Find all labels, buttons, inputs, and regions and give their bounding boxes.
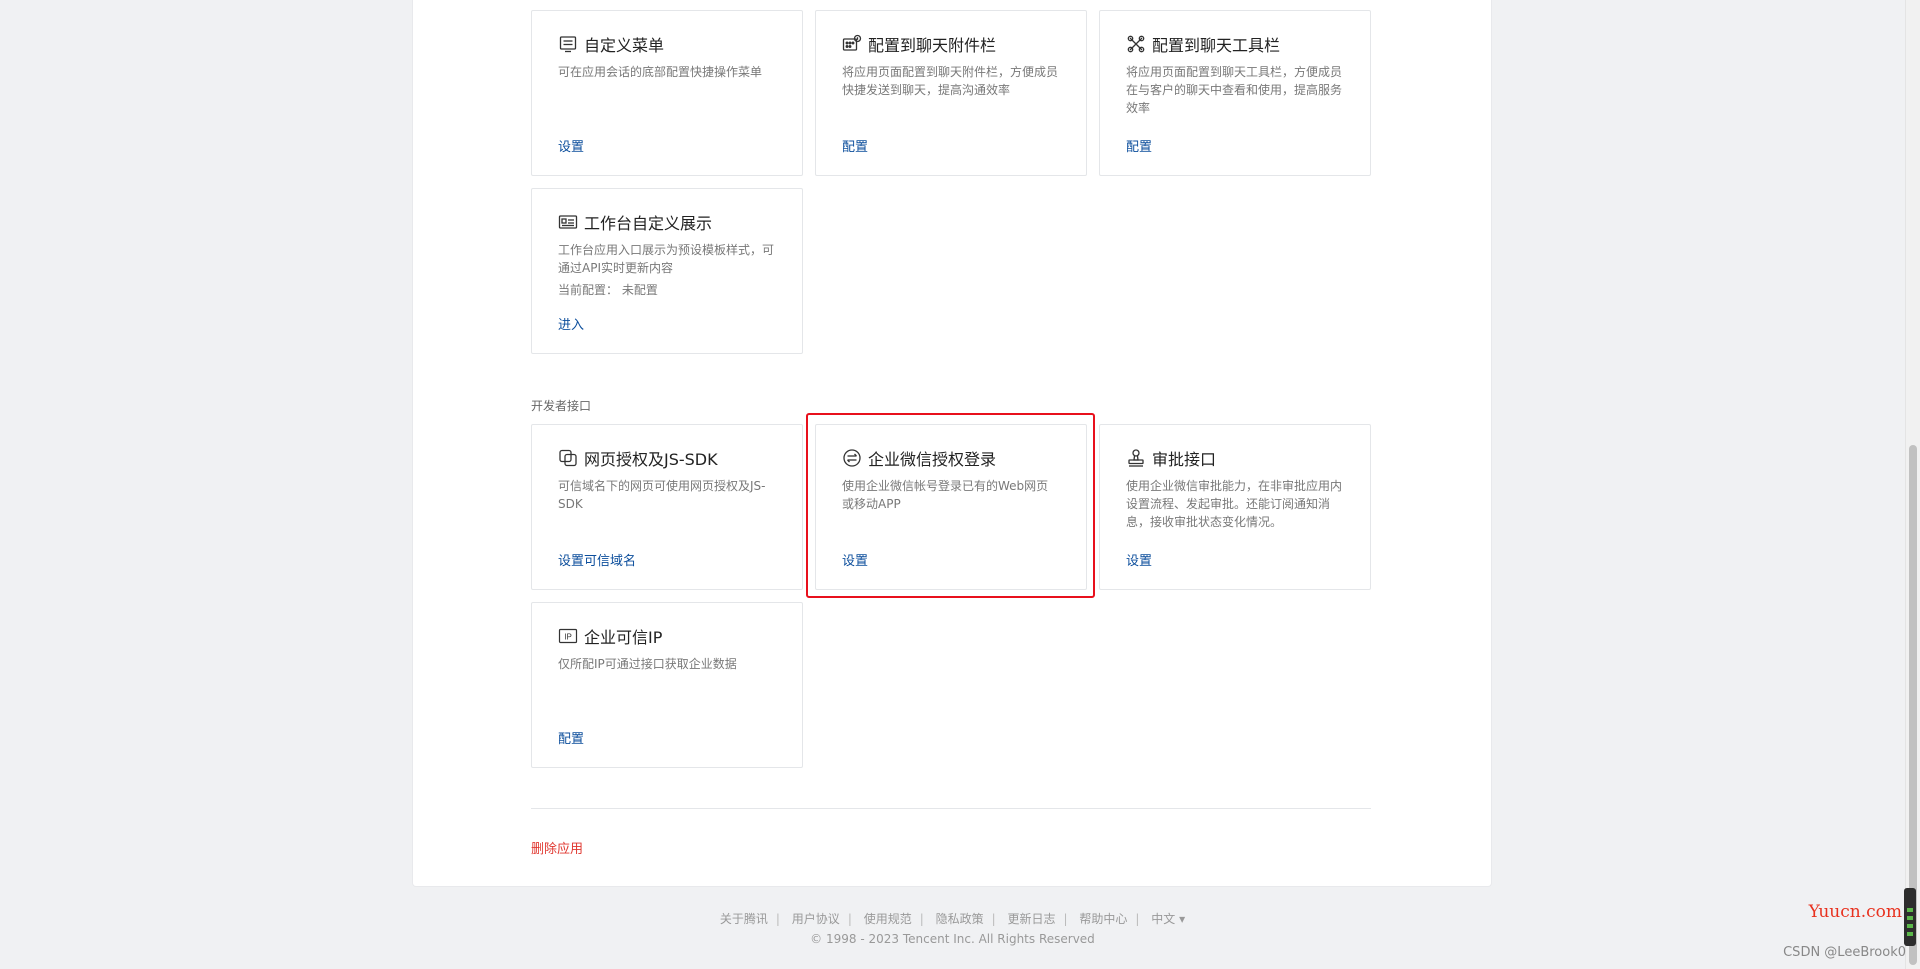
card-description: 使用企业微信审批能力，在非审批应用内设置流程、发起审批。还能订阅通知消息，接收审… <box>1126 479 1343 529</box>
delete-app-button[interactable]: 删除应用 <box>531 838 583 857</box>
chat-toolbar-config-link[interactable]: 配置 <box>1126 136 1152 155</box>
stamp-icon <box>1126 448 1146 468</box>
footer-link-changelog[interactable]: 更新日志 <box>1007 912 1055 926</box>
card-title: 企业可信IP <box>584 628 663 647</box>
card-title: 网页授权及JS-SDK <box>584 450 718 469</box>
menu-icon <box>558 34 578 54</box>
card-description: 可信域名下的网页可使用网页授权及JS-SDK <box>558 479 766 511</box>
scrollbar-thumb[interactable] <box>1909 445 1917 965</box>
card-description: 将应用页面配置到聊天工具栏，方便成员在与客户的聊天中查看和使用，提高服务效率 <box>1126 65 1343 115</box>
card-title: 配置到聊天工具栏 <box>1152 36 1281 55</box>
current-config-status: 当前配置： 未配置 <box>558 283 658 297</box>
workbench-enter-link[interactable]: 进入 <box>558 314 584 333</box>
csdn-credit: CSDN @LeeBrook0 <box>1783 945 1906 960</box>
card-custom-menu: 自定义菜单 可在应用会话的底部配置快捷操作菜单 设置 <box>531 10 803 176</box>
footer-separator: | <box>991 912 996 926</box>
card-title: 配置到聊天附件栏 <box>868 36 997 55</box>
language-dropdown[interactable]: 中文 ▾ <box>1151 912 1185 926</box>
highlight-box <box>806 413 1095 598</box>
card-approval-api: 审批接口 使用企业微信审批能力，在非审批应用内设置流程、发起审批。还能订阅通知消… <box>1099 424 1371 590</box>
web-auth-icon <box>558 448 578 468</box>
card-description: 工作台应用入口展示为预设模板样式，可通过API实时更新内容 <box>558 243 775 275</box>
divider <box>531 808 1371 809</box>
card-chat-attachment: 配置到聊天附件栏 将应用页面配置到聊天附件栏，方便成员快捷发送到聊天，提高沟通效… <box>815 10 1087 176</box>
card-description: 可在应用会话的底部配置快捷操作菜单 <box>558 65 763 79</box>
footer-separator: | <box>919 912 924 926</box>
copyright: © 1998 - 2023 Tencent Inc. All Rights Re… <box>810 932 1095 946</box>
side-widget <box>1904 888 1916 946</box>
footer-separator: | <box>847 912 852 926</box>
footer-link-agreement[interactable]: 用户协议 <box>792 912 840 926</box>
approval-set-link[interactable]: 设置 <box>1126 550 1152 569</box>
card-description: 仅所配IP可通过接口获取企业数据 <box>558 657 737 671</box>
custom-menu-set-link[interactable]: 设置 <box>558 136 584 155</box>
card-chat-toolbar: 配置到聊天工具栏 将应用页面配置到聊天工具栏，方便成员在与客户的聊天中查看和使用… <box>1099 10 1371 176</box>
card-workbench-display: 工作台自定义展示 工作台应用入口展示为预设模板样式，可通过API实时更新内容 当… <box>531 188 803 354</box>
footer-separator: | <box>1135 912 1140 926</box>
ip-icon: IP <box>558 626 578 646</box>
card-title: 工作台自定义展示 <box>584 214 713 233</box>
footer-link-usage-rules[interactable]: 使用规范 <box>864 912 912 926</box>
footer-links: 关于腾讯 | 用户协议 | 使用规范 | 隐私政策 | 更新日志 | 帮助中心 | 中文 ▾ <box>0 910 1905 927</box>
scrollbar[interactable] <box>1905 0 1920 969</box>
svg-text:IP: IP <box>564 633 572 642</box>
footer-separator: | <box>775 912 780 926</box>
chat-attachment-config-link[interactable]: 配置 <box>842 136 868 155</box>
display-card-icon <box>558 212 578 232</box>
card-title: 审批接口 <box>1152 450 1217 469</box>
section-title-developer-api: 开发者接口 <box>531 399 592 413</box>
footer-link-help[interactable]: 帮助中心 <box>1079 912 1127 926</box>
set-trusted-domain-link[interactable]: 设置可信域名 <box>558 550 636 569</box>
footer-separator: | <box>1063 912 1068 926</box>
toolbar-icon <box>1126 34 1146 54</box>
watermark: Yuucn.com <box>1808 902 1902 922</box>
footer-link-privacy[interactable]: 隐私政策 <box>936 912 984 926</box>
footer-link-about[interactable]: 关于腾讯 <box>720 912 768 926</box>
attachment-bar-icon <box>842 34 862 54</box>
card-web-auth-jssdk: 网页授权及JS-SDK 可信域名下的网页可使用网页授权及JS-SDK 设置可信域… <box>531 424 803 590</box>
trusted-ip-config-link[interactable]: 配置 <box>558 728 584 747</box>
card-description: 将应用页面配置到聊天附件栏，方便成员快捷发送到聊天，提高沟通效率 <box>842 65 1059 97</box>
card-trusted-ip: IP 企业可信IP 仅所配IP可通过接口获取企业数据 配置 <box>531 602 803 768</box>
card-title: 自定义菜单 <box>584 36 665 55</box>
